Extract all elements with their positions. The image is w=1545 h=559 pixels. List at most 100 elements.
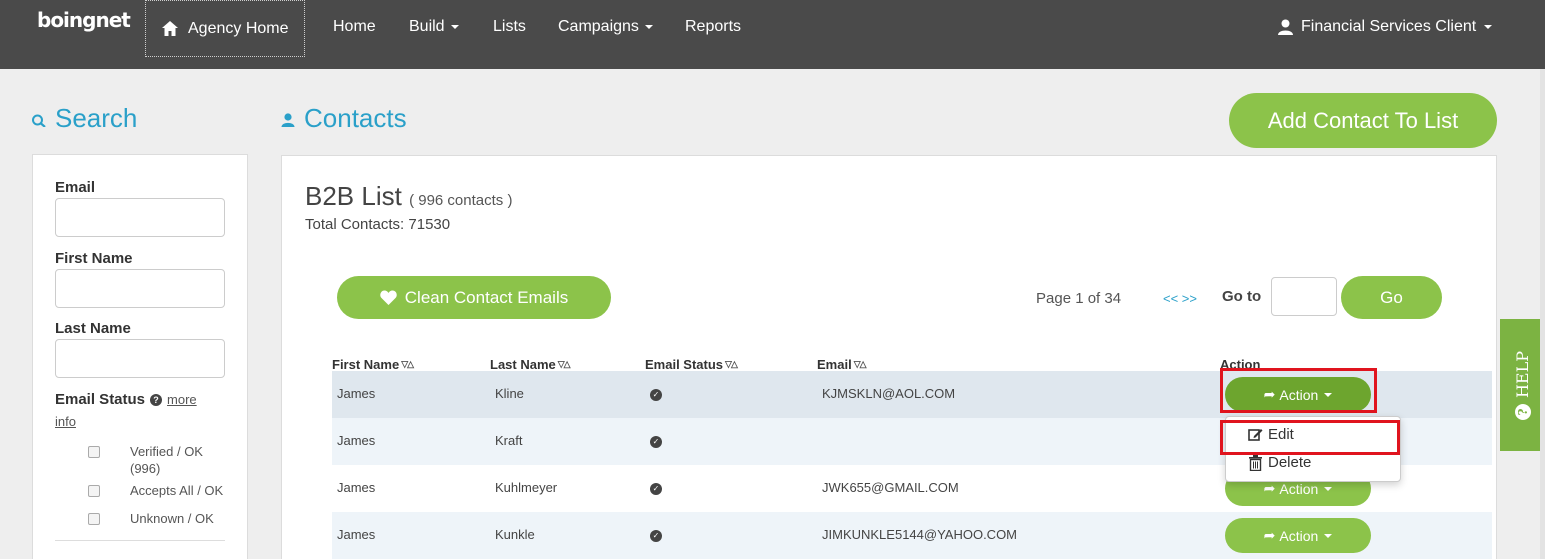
user-name: Financial Services Client [1301,18,1477,35]
highlight-edit-box [1220,420,1400,455]
nav-reports[interactable]: Reports [685,18,741,36]
question-icon: ? [1514,403,1531,420]
sort-icon[interactable]: ▽△ [401,359,414,370]
help-label: HELP [1513,350,1532,398]
cell-last-name: Kline [495,386,524,401]
nav-home[interactable]: Home [333,18,376,36]
status-label: Unknown / OK [130,511,214,526]
cell-first-name: James [337,480,376,495]
check-circle-icon: ✓ [650,530,662,542]
sort-icon[interactable]: ▽△ [558,359,571,370]
search-title-label: Search [55,103,138,133]
list-title: B2B List ( 996 contacts ) [305,181,512,212]
chevron-down-icon [1324,533,1333,538]
nav-lists[interactable]: Lists [493,18,526,36]
goto-page-input[interactable] [1271,277,1337,316]
nav-build[interactable]: Build [409,18,459,36]
cell-last-name: Kuhlmeyer [495,480,558,495]
column-header-email-status[interactable]: Email Status ▽△ [645,357,738,372]
user-menu[interactable]: Financial Services Client [1278,18,1493,36]
email-status-label: Email Status [55,391,146,408]
nav-reports-label: Reports [685,18,742,35]
chevron-down-icon [1484,25,1493,29]
scrollbar[interactable] [1540,69,1545,559]
column-header-last-name[interactable]: Last Name ▽△ [490,357,571,372]
header-label: Email [817,357,852,372]
status-count: (996) [130,461,161,476]
cell-email: KJMSKLN@AOL.COM [822,386,956,401]
home-icon [162,21,178,36]
status-option-unknown[interactable]: Unknown / OK [88,511,214,526]
help-label-group: ? HELP [1513,350,1532,420]
checkbox[interactable] [88,485,100,497]
sort-icon[interactable]: ▽△ [854,359,867,370]
cell-first-name: James [337,386,376,401]
status-option-verified[interactable]: Verified / OK (996) [88,444,203,476]
last-name-field[interactable] [55,339,225,378]
column-header-email[interactable]: Email ▽△ [817,357,867,372]
cell-last-name: Kraft [495,433,523,448]
agency-home-button[interactable]: Agency Home [145,0,305,57]
action-label: Action [1279,527,1319,544]
status-label: Accepts All / OK [130,483,224,498]
contacts-title: Contacts [280,103,407,134]
check-circle-icon: ✓ [650,389,662,401]
action-button[interactable]: ➦ Action [1225,518,1371,553]
checkbox[interactable] [88,513,100,525]
email-field[interactable] [55,198,225,237]
status-option-accepts-all[interactable]: Accepts All / OK [88,483,223,498]
chevron-down-icon [450,24,459,29]
list-name: B2B List [305,181,402,211]
cell-email: JIMKUNKLE5144@YAHOO.COM [822,527,1018,542]
cell-email: JWK655@GMAIL.COM [822,480,959,495]
go-button[interactable]: Go [1341,276,1442,319]
more-info-link-2[interactable]: info [55,414,76,429]
nav-campaigns-label: Campaigns [558,18,639,35]
cell-first-name: James [337,433,376,448]
contacts-title-label: Contacts [304,103,407,133]
goto-label: Go to [1222,288,1262,305]
search-icon [32,114,46,127]
share-icon: ➦ [1263,480,1276,496]
nav-home-label: Home [333,18,376,35]
help-tab[interactable]: ? HELP [1500,319,1545,451]
clean-emails-label: Clean Contact Emails [404,287,569,307]
first-name-field[interactable] [55,269,225,308]
menu-item-delete[interactable]: Delete [1248,454,1311,471]
heart-icon [380,290,397,305]
top-navbar: boingnet Agency Home Home Build Lists Ca… [0,0,1545,69]
highlight-action-box [1220,368,1377,413]
more-info-link[interactable]: more [167,392,197,407]
brand-logo[interactable]: boingnet [37,8,131,32]
email-status-heading: Email Status ? more [55,391,197,408]
nav-campaigns[interactable]: Campaigns [558,18,653,36]
header-label: Email Status [645,357,724,372]
last-name-label: Last Name [55,320,131,337]
chevron-down-icon [1324,486,1333,491]
user-icon [281,112,295,127]
table-row: James Kunkle ✓ JIMKUNKLE5144@YAHOO.COM ➦… [332,512,1492,559]
column-header-first-name[interactable]: First Name ▽△ [332,357,414,372]
divider [55,540,225,541]
question-icon: ? [150,393,163,406]
agency-home-label: Agency Home [188,19,289,37]
trash-icon [1249,454,1262,471]
menu-item-delete-label: Delete [1268,454,1312,471]
first-name-label: First Name [55,250,133,267]
clean-emails-button[interactable]: Clean Contact Emails [337,276,611,319]
pager-arrows[interactable]: << >> [1163,291,1197,306]
checkbox[interactable] [88,446,100,458]
list-count: ( 996 contacts ) [409,192,513,209]
page-info: Page 1 of 34 [1036,290,1122,307]
chevron-down-icon [644,24,653,29]
add-contact-button[interactable]: Add Contact To List [1229,93,1497,148]
status-label: Verified / OK [130,444,203,459]
action-label: Action [1279,480,1319,497]
header-label: First Name [332,357,400,372]
check-circle-icon: ✓ [650,483,662,495]
total-contacts: Total Contacts: 71530 [305,216,451,233]
user-icon [1278,19,1293,35]
cell-first-name: James [337,527,376,542]
share-icon: ➦ [1263,527,1276,543]
sort-icon[interactable]: ▽△ [725,359,738,370]
